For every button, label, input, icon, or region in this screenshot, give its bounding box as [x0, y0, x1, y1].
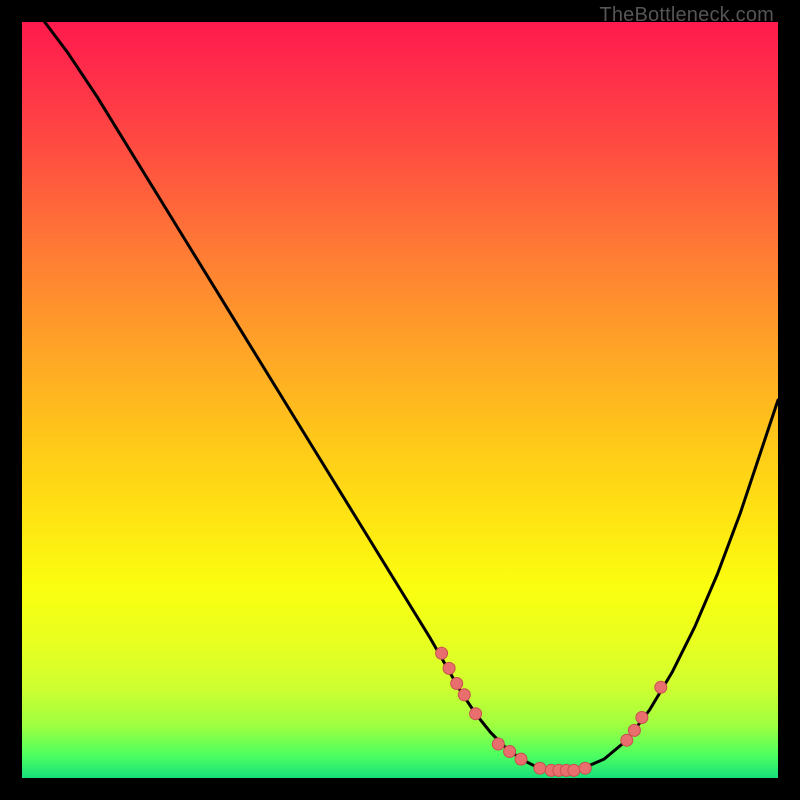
- marker-point: [568, 764, 580, 776]
- marker-point: [436, 647, 448, 659]
- marker-point: [504, 746, 516, 758]
- marker-point: [492, 738, 504, 750]
- marker-point: [621, 734, 633, 746]
- highlight-markers: [436, 647, 667, 776]
- marker-point: [636, 712, 648, 724]
- marker-point: [628, 724, 640, 736]
- marker-point: [458, 689, 470, 701]
- bottleneck-curve: [45, 22, 778, 770]
- marker-point: [515, 753, 527, 765]
- marker-point: [534, 762, 546, 774]
- marker-point: [579, 762, 591, 774]
- watermark-text: TheBottleneck.com: [599, 4, 774, 27]
- marker-point: [470, 708, 482, 720]
- chart-frame: [22, 22, 778, 778]
- marker-point: [655, 681, 667, 693]
- marker-point: [443, 662, 455, 674]
- marker-point: [451, 678, 463, 690]
- chart-svg: [22, 22, 778, 778]
